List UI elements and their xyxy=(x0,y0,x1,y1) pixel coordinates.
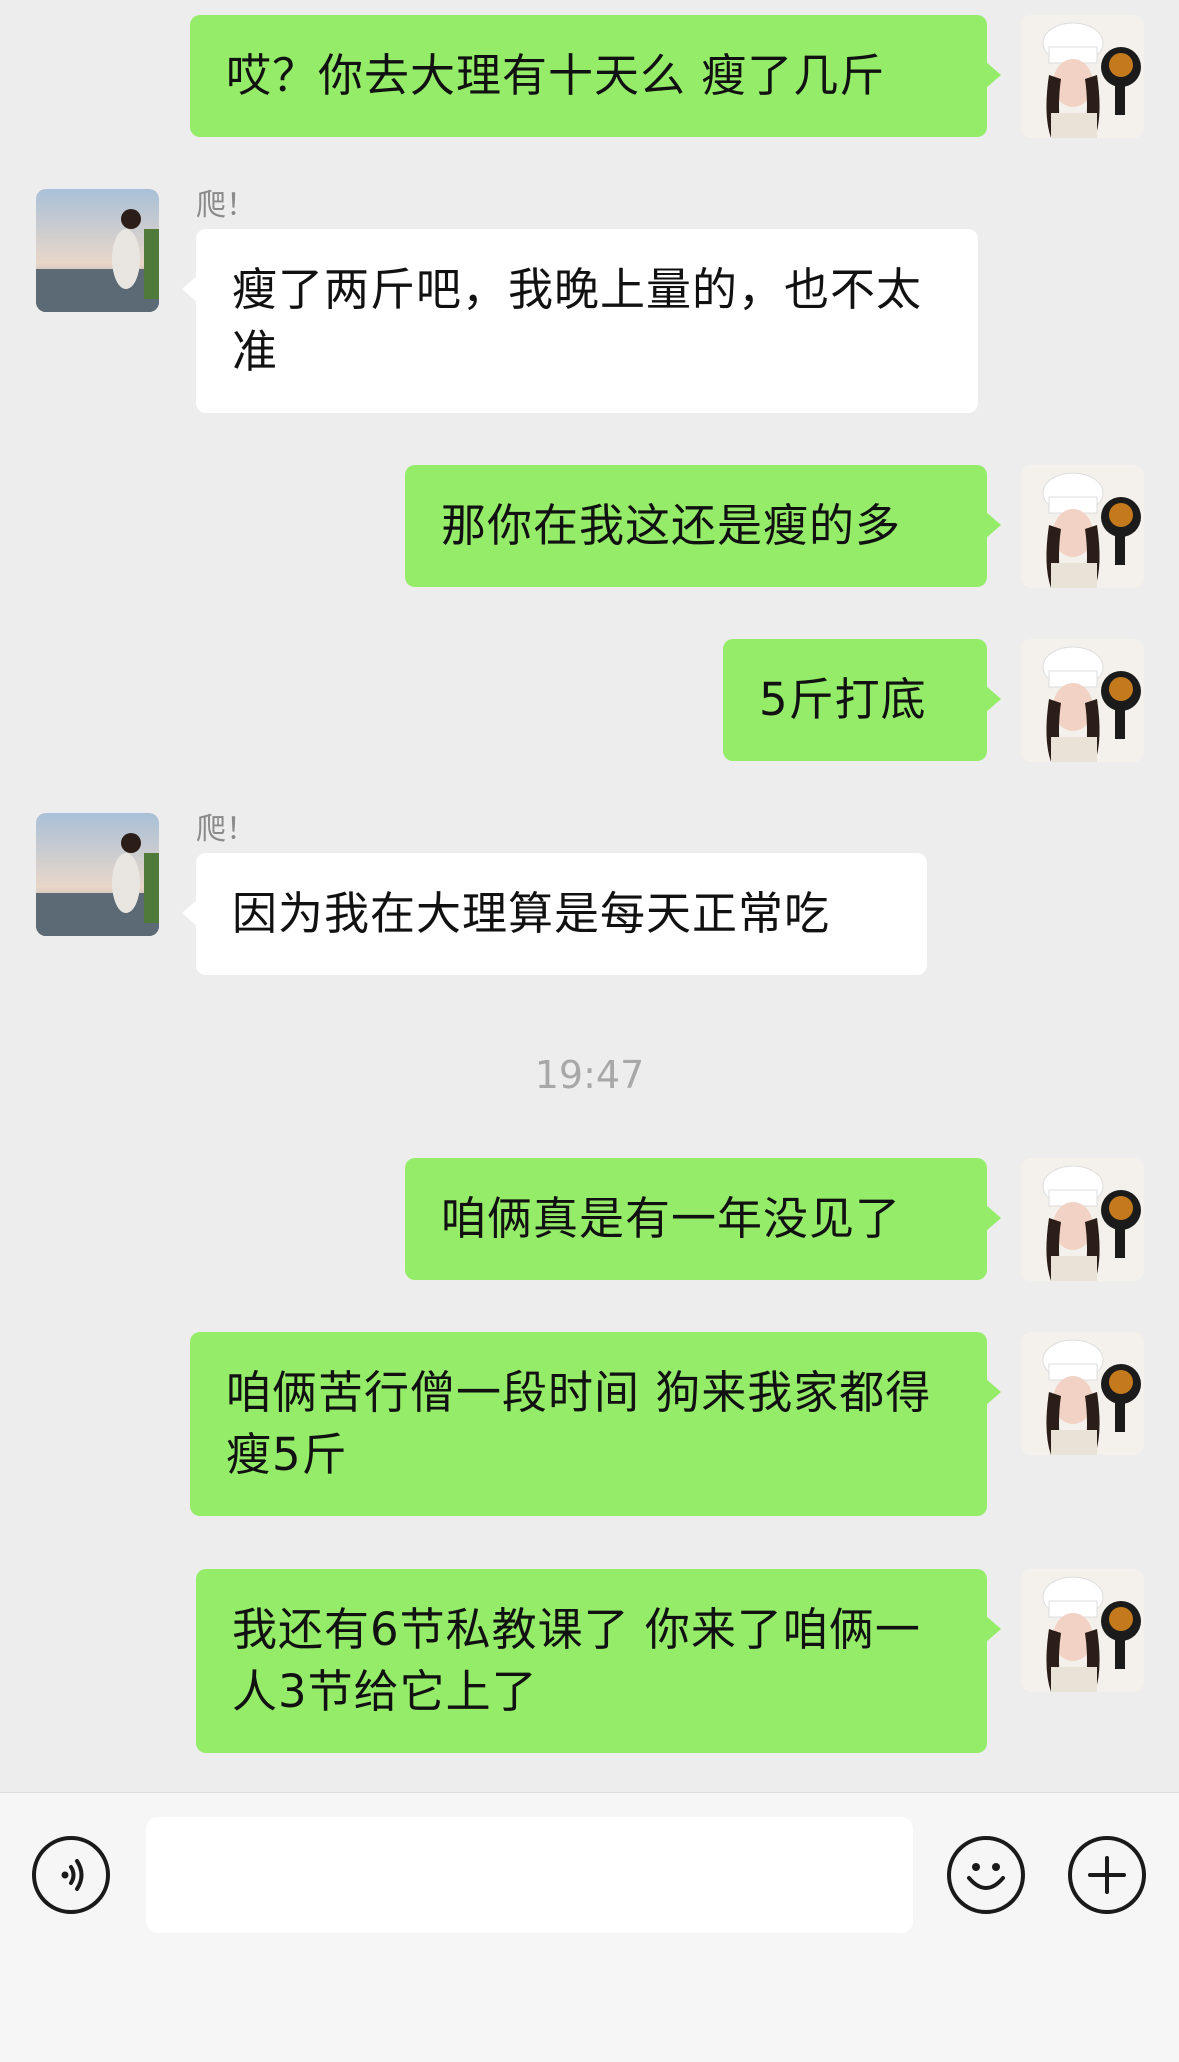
message-text-1: 哎？你去大理有十天么 瘦了几斤 xyxy=(226,49,886,102)
my-avatar[interactable] xyxy=(1021,465,1144,588)
timestamp: 19:47 xyxy=(534,1053,645,1097)
my-avatar[interactable] xyxy=(1021,1158,1144,1281)
message-input[interactable] xyxy=(146,1817,913,1933)
my-avatar[interactable] xyxy=(1021,1569,1144,1692)
message-bubble-6[interactable]: 咱俩真是有一年没见了 xyxy=(405,1158,1001,1280)
voice-icon xyxy=(61,1859,84,1891)
my-avatar[interactable] xyxy=(1021,639,1144,762)
my-avatar[interactable] xyxy=(1021,15,1144,138)
contact-avatar[interactable] xyxy=(36,813,159,936)
message-text-6: 咱俩真是有一年没见了 xyxy=(441,1192,902,1245)
message-bubble-3[interactable]: 那你在我这还是瘦的多 xyxy=(405,465,1001,587)
contact-avatar[interactable] xyxy=(36,189,159,312)
message-text-3: 那你在我这还是瘦的多 xyxy=(441,499,902,552)
message-text-8: 我还有6节私教课了 你来了咱俩一人3节给它上了 xyxy=(232,1603,921,1718)
message-bubble-1[interactable]: 哎？你去大理有十天么 瘦了几斤 xyxy=(190,15,1001,137)
message-bubble-2[interactable]: 瘦了两斤吧，我晚上量的，也不太准 xyxy=(182,229,978,413)
plus-button[interactable] xyxy=(1068,1836,1146,1914)
message-text-4: 5斤打底 xyxy=(759,673,927,726)
sender-name: 爬！ xyxy=(196,188,256,223)
emoji-icon xyxy=(967,1863,1005,1890)
chat-area[interactable]: 哎？你去大理有十天么 瘦了几斤 爬！ 瘦了两斤吧，我晚上量的，也不太准 那你在我… xyxy=(0,0,1179,1792)
message-text-7: 咱俩苦行僧一段时间 狗来我家都得瘦5斤 xyxy=(226,1366,932,1481)
my-avatar[interactable] xyxy=(1021,1332,1144,1455)
voice-button[interactable] xyxy=(32,1836,110,1914)
emoji-button[interactable] xyxy=(947,1836,1025,1914)
message-text-5: 因为我在大理算是每天正常吃 xyxy=(232,887,831,940)
message-text-2: 瘦了两斤吧，我晚上量的，也不太准 xyxy=(232,263,923,378)
message-bubble-8[interactable]: 我还有6节私教课了 你来了咱俩一人3节给它上了 xyxy=(196,1569,1001,1753)
message-bubble-5[interactable]: 因为我在大理算是每天正常吃 xyxy=(182,853,927,975)
message-bubble-4[interactable]: 5斤打底 xyxy=(723,639,1001,761)
sender-name: 爬！ xyxy=(196,812,256,847)
message-bubble-7[interactable]: 咱俩苦行僧一段时间 狗来我家都得瘦5斤 xyxy=(190,1332,1001,1516)
plus-icon xyxy=(1088,1856,1126,1894)
